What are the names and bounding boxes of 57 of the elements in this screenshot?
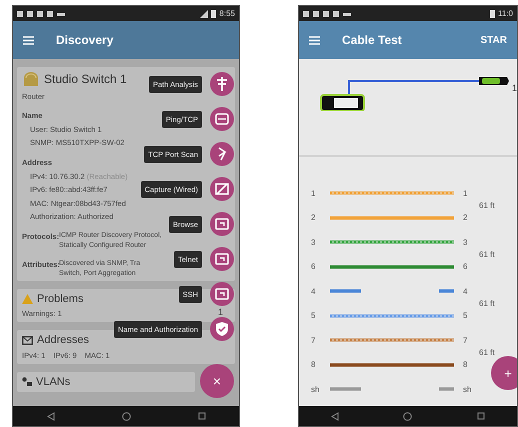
pin-number: 4 [311,286,316,296]
battery-icon [211,9,216,18]
pin-number: sh [463,384,472,394]
menu-icon[interactable] [23,36,34,44]
pair-length: 61 ft [479,250,495,259]
warning-icon [22,294,33,304]
window-icon [213,285,231,303]
shield-icon [213,320,231,338]
status-time: 8:55 [219,9,235,18]
action-button[interactable] [210,282,234,306]
pin-number: 8 [463,360,468,370]
pin-number: 3 [463,238,468,247]
home-icon[interactable] [403,412,412,420]
section-title: Problems [37,292,84,305]
pin-number: 3 [311,238,316,247]
section-title: VLANs [36,376,70,388]
pair-length: 61 ft [479,348,495,357]
section-title: Addresses [37,334,89,346]
section-card[interactable]: VLANs [17,372,195,392]
recents-icon[interactable] [476,412,485,420]
pin-number: 7 [463,336,468,345]
close-fab[interactable]: × [200,364,234,398]
pin-number: 6 [463,262,468,272]
back-icon[interactable] [46,412,54,420]
pair-length: 61 ft [479,299,495,308]
screen-title: Cable Test [342,33,403,47]
pin-number: sh [311,384,320,394]
home-icon[interactable] [122,412,130,420]
pin-number: 5 [463,311,468,320]
nodes-icon [22,377,32,386]
pin-number: 1 [311,188,316,198]
remote-id: 1 [512,83,517,93]
pin-number: 1 [463,188,468,198]
add-fab[interactable]: + [491,356,517,390]
screen-title: Discovery [56,33,114,47]
window-icon [213,215,231,233]
pin-number: 4 [463,286,468,296]
box-icon [213,110,231,128]
back-icon[interactable] [331,412,340,420]
battery-icon [490,9,496,18]
menu-icon[interactable] [309,36,320,44]
envelope-icon [22,336,33,345]
pin-number: 5 [311,311,316,320]
signal-icon [200,10,208,18]
count-label: 1 [218,306,223,317]
pin-number: 2 [311,213,316,222]
start-action[interactable]: STAR [480,34,507,46]
pin-number: 6 [311,262,316,272]
window-icon [213,250,231,268]
recents-icon[interactable] [198,412,206,420]
status-time: 11:0 [498,9,513,18]
router-icon [22,71,40,87]
pair-length: 61 ft [479,201,495,210]
device-name: Studio Switch 1 [44,72,127,86]
pin-number: 7 [311,336,316,345]
pin-number: 2 [463,213,468,222]
pin-number: 8 [311,360,316,370]
